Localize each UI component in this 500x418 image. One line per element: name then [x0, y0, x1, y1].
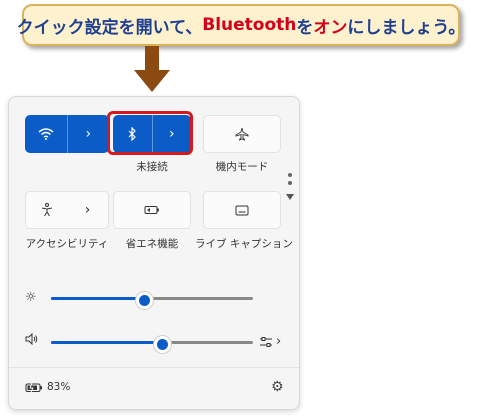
scroll-down-arrow-icon[interactable]	[286, 194, 294, 200]
wifi-expand-chevron[interactable]: ›	[68, 115, 110, 153]
wifi-tile[interactable]: ›	[25, 115, 109, 153]
live-caption-icon	[235, 205, 249, 215]
accessibility-tile[interactable]: ›	[25, 191, 109, 229]
page-indicator[interactable]	[286, 173, 294, 189]
brightness-icon: ☼	[25, 290, 37, 305]
battery-saver-label: 省エネ機能	[125, 238, 179, 250]
footer-divider	[9, 367, 299, 368]
volume-slider-thumb[interactable]	[154, 336, 172, 353]
live-caption-tile[interactable]	[203, 191, 281, 229]
battery-percent: 83%	[47, 381, 71, 393]
page-dot[interactable]	[288, 173, 292, 177]
pointer-arrow-shaft	[145, 46, 159, 72]
audio-output-chevron: ›	[276, 334, 282, 349]
gear-icon: ⚙	[271, 379, 284, 395]
airplane-icon	[235, 127, 249, 141]
airplane-mode-label: 機内モード	[215, 161, 269, 173]
battery-saver-tile[interactable]	[113, 191, 191, 229]
battery-saver-icon	[144, 206, 159, 214]
callout-text-bluetooth: Bluetooth	[202, 15, 297, 35]
speaker-icon[interactable]	[25, 332, 39, 349]
audio-output-button[interactable]: ›	[259, 334, 281, 349]
accessibility-icon	[41, 203, 52, 217]
bluetooth-highlight-frame	[107, 111, 193, 155]
accessibility-expand-chevron[interactable]: ›	[67, 192, 108, 228]
instruction-callout: クイック設定を開いて、 Bluetooth を オン にしましょう。	[17, 4, 465, 46]
volume-slider-track[interactable]	[51, 341, 253, 344]
settings-button[interactable]: ⚙	[271, 379, 284, 395]
page-dot[interactable]	[288, 181, 292, 185]
brightness-slider-fill	[51, 297, 144, 300]
audio-mixer-icon	[260, 336, 272, 347]
callout-text-3: を	[296, 17, 314, 38]
callout-text-5: にしましょう。	[347, 17, 466, 38]
accessibility-toggle[interactable]	[26, 192, 67, 228]
brightness-slider-thumb[interactable]	[135, 292, 153, 309]
battery-icon	[25, 382, 42, 392]
accessibility-label: アクセシビリティ	[25, 238, 109, 250]
callout-text-on: オン	[313, 17, 348, 38]
callout-text-1: クイック設定を開いて、	[16, 17, 203, 38]
live-caption-label: ライブ キャプション	[195, 238, 293, 250]
wifi-toggle[interactable]	[25, 115, 68, 153]
pointer-arrow-head	[134, 70, 170, 92]
volume-slider-fill	[51, 341, 163, 344]
wifi-icon	[38, 128, 54, 140]
battery-status[interactable]: 83%	[25, 381, 70, 393]
airplane-mode-tile[interactable]	[203, 115, 281, 153]
bluetooth-status-label: 未接続	[136, 161, 168, 173]
